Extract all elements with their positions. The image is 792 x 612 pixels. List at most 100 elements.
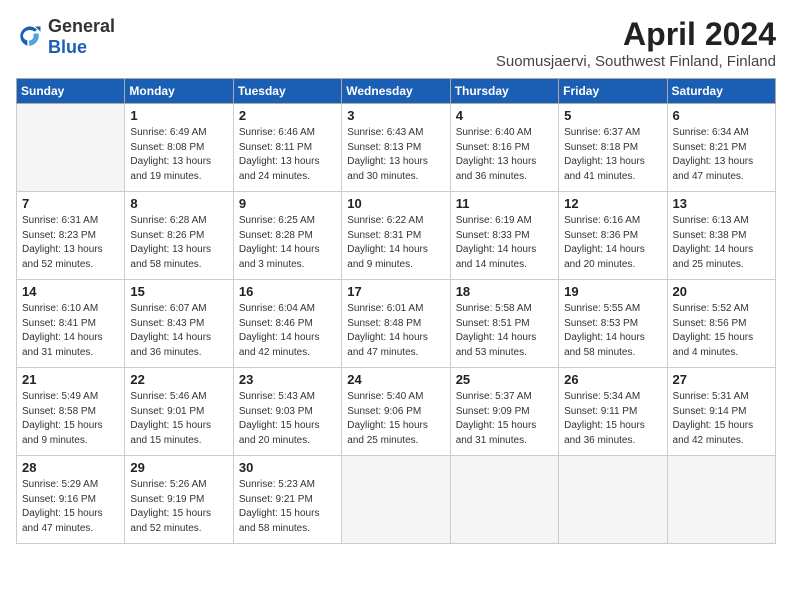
day-number: 29	[130, 460, 227, 475]
weekday-header-thursday: Thursday	[450, 79, 558, 104]
logo-text: General Blue	[48, 16, 115, 58]
weekday-header-sunday: Sunday	[17, 79, 125, 104]
calendar-week-row: 7 Sunrise: 6:31 AMSunset: 8:23 PMDaylight…	[17, 192, 776, 280]
day-info: Sunrise: 6:28 AMSunset: 8:26 PMDaylight:…	[130, 214, 227, 272]
day-info: Sunrise: 5:31 AMSunset: 9:14 PMDaylight:…	[673, 390, 770, 448]
weekday-header-tuesday: Tuesday	[233, 79, 341, 104]
day-number: 23	[239, 372, 336, 387]
day-info: Sunrise: 6:01 AMSunset: 8:48 PMDaylight:…	[347, 302, 444, 360]
day-info: Sunrise: 6:25 AMSunset: 8:28 PMDaylight:…	[239, 214, 336, 272]
calendar-cell: 25 Sunrise: 5:37 AMSunset: 9:09 PMDayligh…	[450, 368, 558, 456]
title-block: April 2024 Suomusjaervi, Southwest Finla…	[496, 16, 776, 70]
day-info: Sunrise: 5:26 AMSunset: 9:19 PMDaylight:…	[130, 478, 227, 536]
day-number: 4	[456, 108, 553, 123]
day-info: Sunrise: 6:16 AMSunset: 8:36 PMDaylight:…	[564, 214, 661, 272]
day-number: 22	[130, 372, 227, 387]
day-number: 8	[130, 196, 227, 211]
day-number: 11	[456, 196, 553, 211]
day-number: 3	[347, 108, 444, 123]
calendar-cell: 26Sunrise: 5:34 AMSunset: 9:11 PMDayligh…	[559, 368, 667, 456]
day-number: 2	[239, 108, 336, 123]
calendar-cell: 5 Sunrise: 6:37 AMSunset: 8:18 PMDaylight…	[559, 104, 667, 192]
calendar-cell: 2 Sunrise: 6:46 AMSunset: 8:11 PMDaylight…	[233, 104, 341, 192]
calendar-cell: 29 Sunrise: 5:26 AMSunset: 9:19 PMDayligh…	[125, 456, 233, 544]
day-number: 25	[456, 372, 553, 387]
day-info: Sunrise: 5:49 AMSunset: 8:58 PMDaylight:…	[22, 390, 119, 448]
day-number: 7	[22, 196, 119, 211]
calendar-cell: 16 Sunrise: 6:04 AMSunset: 8:46 PMDayligh…	[233, 280, 341, 368]
calendar-cell: 11 Sunrise: 6:19 AMSunset: 8:33 PMDayligh…	[450, 192, 558, 280]
day-number: 20	[673, 284, 770, 299]
day-info: Sunrise: 6:37 AMSunset: 8:18 PMDaylight:…	[564, 126, 661, 184]
calendar-cell: 7 Sunrise: 6:31 AMSunset: 8:23 PMDaylight…	[17, 192, 125, 280]
day-number: 26	[564, 372, 661, 387]
calendar-cell: 12Sunrise: 6:16 AMSunset: 8:36 PMDayligh…	[559, 192, 667, 280]
day-number: 19	[564, 284, 661, 299]
day-number: 28	[22, 460, 119, 475]
day-number: 14	[22, 284, 119, 299]
day-info: Sunrise: 5:29 AMSunset: 9:16 PMDaylight:…	[22, 478, 119, 536]
day-number: 9	[239, 196, 336, 211]
day-number: 27	[673, 372, 770, 387]
calendar-cell: 27 Sunrise: 5:31 AMSunset: 9:14 PMDayligh…	[667, 368, 775, 456]
calendar-cell: 20 Sunrise: 5:52 AMSunset: 8:56 PMDayligh…	[667, 280, 775, 368]
calendar-cell: 21 Sunrise: 5:49 AMSunset: 8:58 PMDayligh…	[17, 368, 125, 456]
day-number: 15	[130, 284, 227, 299]
calendar-cell: 10 Sunrise: 6:22 AMSunset: 8:31 PMDayligh…	[342, 192, 450, 280]
calendar-cell	[450, 456, 558, 544]
day-info: Sunrise: 5:52 AMSunset: 8:56 PMDaylight:…	[673, 302, 770, 360]
day-info: Sunrise: 5:43 AMSunset: 9:03 PMDaylight:…	[239, 390, 336, 448]
day-number: 6	[673, 108, 770, 123]
calendar-table: SundayMondayTuesdayWednesdayThursdayFrid…	[16, 78, 776, 544]
calendar-cell: 18 Sunrise: 5:58 AMSunset: 8:51 PMDayligh…	[450, 280, 558, 368]
day-info: Sunrise: 6:04 AMSunset: 8:46 PMDaylight:…	[239, 302, 336, 360]
day-info: Sunrise: 5:23 AMSunset: 9:21 PMDaylight:…	[239, 478, 336, 536]
calendar-week-row: 1 Sunrise: 6:49 AMSunset: 8:08 PMDaylight…	[17, 104, 776, 192]
day-info: Sunrise: 5:58 AMSunset: 8:51 PMDaylight:…	[456, 302, 553, 360]
day-info: Sunrise: 6:19 AMSunset: 8:33 PMDaylight:…	[456, 214, 553, 272]
day-info: Sunrise: 6:40 AMSunset: 8:16 PMDaylight:…	[456, 126, 553, 184]
day-info: Sunrise: 5:55 AMSunset: 8:53 PMDaylight:…	[564, 302, 661, 360]
day-number: 18	[456, 284, 553, 299]
logo-general: General	[48, 16, 115, 36]
calendar-cell: 13Sunrise: 6:13 AMSunset: 8:38 PMDayligh…	[667, 192, 775, 280]
day-info: Sunrise: 6:22 AMSunset: 8:31 PMDaylight:…	[347, 214, 444, 272]
logo-blue: Blue	[48, 37, 87, 57]
calendar-cell: 23 Sunrise: 5:43 AMSunset: 9:03 PMDayligh…	[233, 368, 341, 456]
calendar-cell: 9 Sunrise: 6:25 AMSunset: 8:28 PMDaylight…	[233, 192, 341, 280]
day-number: 24	[347, 372, 444, 387]
weekday-header-monday: Monday	[125, 79, 233, 104]
month-title: April 2024	[496, 16, 776, 53]
day-number: 16	[239, 284, 336, 299]
day-info: Sunrise: 6:07 AMSunset: 8:43 PMDaylight:…	[130, 302, 227, 360]
day-info: Sunrise: 6:10 AMSunset: 8:41 PMDaylight:…	[22, 302, 119, 360]
calendar-week-row: 28 Sunrise: 5:29 AMSunset: 9:16 PMDayligh…	[17, 456, 776, 544]
calendar-cell: 24Sunrise: 5:40 AMSunset: 9:06 PMDayligh…	[342, 368, 450, 456]
day-info: Sunrise: 6:46 AMSunset: 8:11 PMDaylight:…	[239, 126, 336, 184]
calendar-cell	[559, 456, 667, 544]
day-info: Sunrise: 5:46 AMSunset: 9:01 PMDaylight:…	[130, 390, 227, 448]
calendar-cell: 6 Sunrise: 6:34 AMSunset: 8:21 PMDaylight…	[667, 104, 775, 192]
day-number: 5	[564, 108, 661, 123]
calendar-cell: 14 Sunrise: 6:10 AMSunset: 8:41 PMDayligh…	[17, 280, 125, 368]
location-title: Suomusjaervi, Southwest Finland, Finland	[496, 53, 776, 70]
calendar-cell	[667, 456, 775, 544]
weekday-header-row: SundayMondayTuesdayWednesdayThursdayFrid…	[17, 79, 776, 104]
day-info: Sunrise: 6:34 AMSunset: 8:21 PMDaylight:…	[673, 126, 770, 184]
logo: General Blue	[16, 16, 115, 58]
day-info: Sunrise: 5:37 AMSunset: 9:09 PMDaylight:…	[456, 390, 553, 448]
day-number: 1	[130, 108, 227, 123]
day-number: 30	[239, 460, 336, 475]
weekday-header-saturday: Saturday	[667, 79, 775, 104]
day-number: 10	[347, 196, 444, 211]
day-number: 17	[347, 284, 444, 299]
weekday-header-friday: Friday	[559, 79, 667, 104]
day-info: Sunrise: 6:13 AMSunset: 8:38 PMDaylight:…	[673, 214, 770, 272]
calendar-cell: 30 Sunrise: 5:23 AMSunset: 9:21 PMDayligh…	[233, 456, 341, 544]
day-info: Sunrise: 6:31 AMSunset: 8:23 PMDaylight:…	[22, 214, 119, 272]
calendar-cell: 15 Sunrise: 6:07 AMSunset: 8:43 PMDayligh…	[125, 280, 233, 368]
day-info: Sunrise: 6:49 AMSunset: 8:08 PMDaylight:…	[130, 126, 227, 184]
calendar-cell	[342, 456, 450, 544]
day-number: 21	[22, 372, 119, 387]
calendar-cell: 22 Sunrise: 5:46 AMSunset: 9:01 PMDayligh…	[125, 368, 233, 456]
